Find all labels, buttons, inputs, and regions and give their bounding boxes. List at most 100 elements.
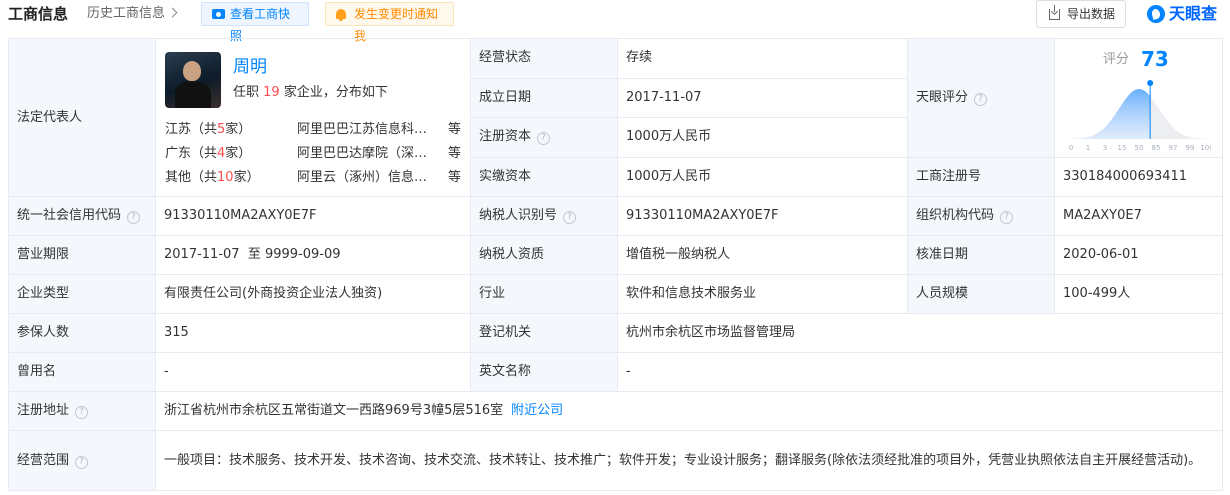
help-icon[interactable]: ? [75,406,89,419]
region-company-link[interactable]: 阿里巴巴江苏信息科… [297,121,437,139]
taxpayer-qual-value: 增值税一般纳税人 [617,235,908,275]
reg-capital-label: 注册资本? [470,117,618,158]
credit-code-label: 统一社会信用代码? [8,196,156,236]
download-icon [1049,5,1060,20]
term-label: 营业期限 [8,235,156,275]
notify-button[interactable]: 发生变更时通知我 [325,2,454,43]
score-tick-label: 100 [1200,144,1211,152]
section-title: 工商信息 [8,5,69,23]
reg-capital-value: 1000万人民币 [617,117,908,158]
english-name-label: 英文名称 [470,352,618,392]
tianyancha-logo-icon [1147,5,1165,23]
score-marker-dot [1147,80,1154,86]
bell-icon [336,9,346,21]
address-text: 浙江省杭州市余杭区五常街道文一西路969号3幢5层516室 [164,403,504,418]
paid-capital-value: 1000万人民币 [617,156,908,197]
legal-rep-role: 任职 19 家企业，分布如下 [233,84,388,102]
avatar[interactable] [165,52,221,108]
taxpayer-id-label: 纳税人识别号? [470,196,618,236]
region-company-link[interactable]: 阿里巴巴达摩院（深… [297,145,437,163]
region-etc: 等 [448,146,462,161]
score-tick-label: 15 [1118,144,1127,152]
help-icon[interactable]: ? [563,211,577,224]
brand-name: 天眼查 [1169,4,1218,23]
help-icon[interactable]: ? [127,211,141,224]
english-name-value: - [617,352,1223,392]
reg-capital-label-text: 注册资本 [479,129,532,145]
region-name: 其他（共10家） [165,170,260,185]
taxpayer-id-value: 91330110MA2AXY0E7F [617,196,908,236]
credit-code-label-text: 统一社会信用代码 [17,208,122,223]
help-icon[interactable]: ? [1000,211,1014,224]
company-type-value: 有限责任公司(外商投资企业法人独资) [155,274,471,314]
org-code-label: 组织机构代码? [907,196,1055,236]
region-row: 广东（共4家） 阿里巴巴达摩院（深… 等 [165,145,463,163]
address-value: 浙江省杭州市余杭区五常街道文一西路969号3幢5层516室 附近公司 [155,391,1223,431]
role-prefix: 任职 [233,85,260,100]
score-tick-label: 85 [1152,144,1161,152]
score-ticks: 0 1 3 15 50 85 97 99 100 [1069,144,1211,152]
export-button[interactable]: 导出数据 [1036,0,1126,28]
org-code-label-text: 组织机构代码 [916,208,995,223]
score-tick-label: 99 [1186,144,1195,152]
reg-authority-label: 登记机关 [470,313,618,353]
address-label: 注册地址? [8,391,156,431]
help-icon[interactable]: ? [974,92,988,106]
founded-label: 成立日期 [470,77,618,118]
former-name-value: - [155,352,471,392]
export-button-label: 导出数据 [1067,7,1116,21]
tianyan-score-label: 天眼评分? [907,38,1055,158]
score-curve-filled [1071,89,1151,139]
region-row: 江苏（共5家） 阿里巴巴江苏信息科… 等 [165,121,463,139]
staff-size-value: 100-499人 [1054,274,1223,314]
score-tick-label: 0 [1069,144,1073,152]
address-label-text: 注册地址 [17,403,70,418]
snapshot-button[interactable]: 查看工商快照 [201,2,309,43]
legal-rep-label: 法定代表人 [8,38,156,197]
biz-reg-no-value: 330184000693411 [1054,156,1223,197]
taxpayer-id-label-text: 纳税人识别号 [479,208,558,223]
score-value: 73 [1141,47,1169,71]
top-bar: 工商信息 历史工商信息 查看工商快照 发生变更时通知我 导出数据 天眼查 [0,0,1230,43]
score-label: 评分 [1103,52,1130,67]
founded-value: 2017-11-07 [617,77,908,118]
credit-code-value: 91330110MA2AXY0E7F [155,196,471,236]
history-link-label: 历史工商信息 [87,6,166,21]
region-company-link[interactable]: 阿里云（涿州）信息… [297,169,437,187]
former-name-label: 曾用名 [8,352,156,392]
status-value: 存续 [617,38,908,79]
industry-value: 软件和信息技术服务业 [617,274,908,314]
legal-rep-cell: 周明 任职 19 家企业，分布如下 江苏（共5家） 阿里巴巴江苏信息科… 等 广… [155,38,471,197]
score-tick-label: 97 [1169,144,1178,152]
approval-date-label: 核准日期 [907,235,1055,275]
business-info-table: 法定代表人 周明 任职 19 家企业，分布如下 江苏（共5家） 阿里巴巴江苏信息… [8,38,1223,491]
score-tick-label: 1 [1086,144,1090,152]
score-tick-label: 50 [1135,144,1144,152]
chevron-right-icon [167,7,178,18]
taxpayer-qual-label: 纳税人资质 [470,235,618,275]
scope-label-text: 经营范围 [17,452,70,468]
biz-reg-no-label: 工商注册号 [907,156,1055,197]
legal-rep-name[interactable]: 周明 [233,56,267,78]
insured-value: 315 [155,313,471,353]
reg-authority-value: 杭州市余杭区市场监督管理局 [617,313,1223,353]
brand-logo: 天眼查 [1147,3,1217,25]
nearby-companies-link[interactable]: 附近公司 [511,403,563,418]
term-value: 2017-11-07 至 9999-09-09 [155,235,471,275]
scope-label: 经营范围? [8,430,156,491]
region-name: 江苏（共5家） [165,122,252,137]
approval-date-value: 2020-06-01 [1054,235,1223,275]
scope-value: 一般项目：技术服务、技术开发、技术咨询、技术交流、技术转让、技术推广；软件开发；… [155,430,1223,491]
staff-size-label: 人员规模 [907,274,1055,314]
org-code-value: MA2AXY0E7 [1054,196,1223,236]
role-count: 19 [263,85,280,100]
score-distribution-svg: 0 1 3 15 50 85 97 99 100 [1069,80,1211,152]
company-type-label: 企业类型 [8,274,156,314]
industry-label: 行业 [470,274,618,314]
insured-label: 参保人数 [8,313,156,353]
region-name: 广东（共4家） [165,146,252,161]
history-link[interactable]: 历史工商信息 [87,5,178,23]
help-icon[interactable]: ? [75,455,89,469]
score-chart: 评分 73 0 1 3 15 50 85 97 99 100 [1054,38,1223,158]
help-icon[interactable]: ? [537,132,551,146]
